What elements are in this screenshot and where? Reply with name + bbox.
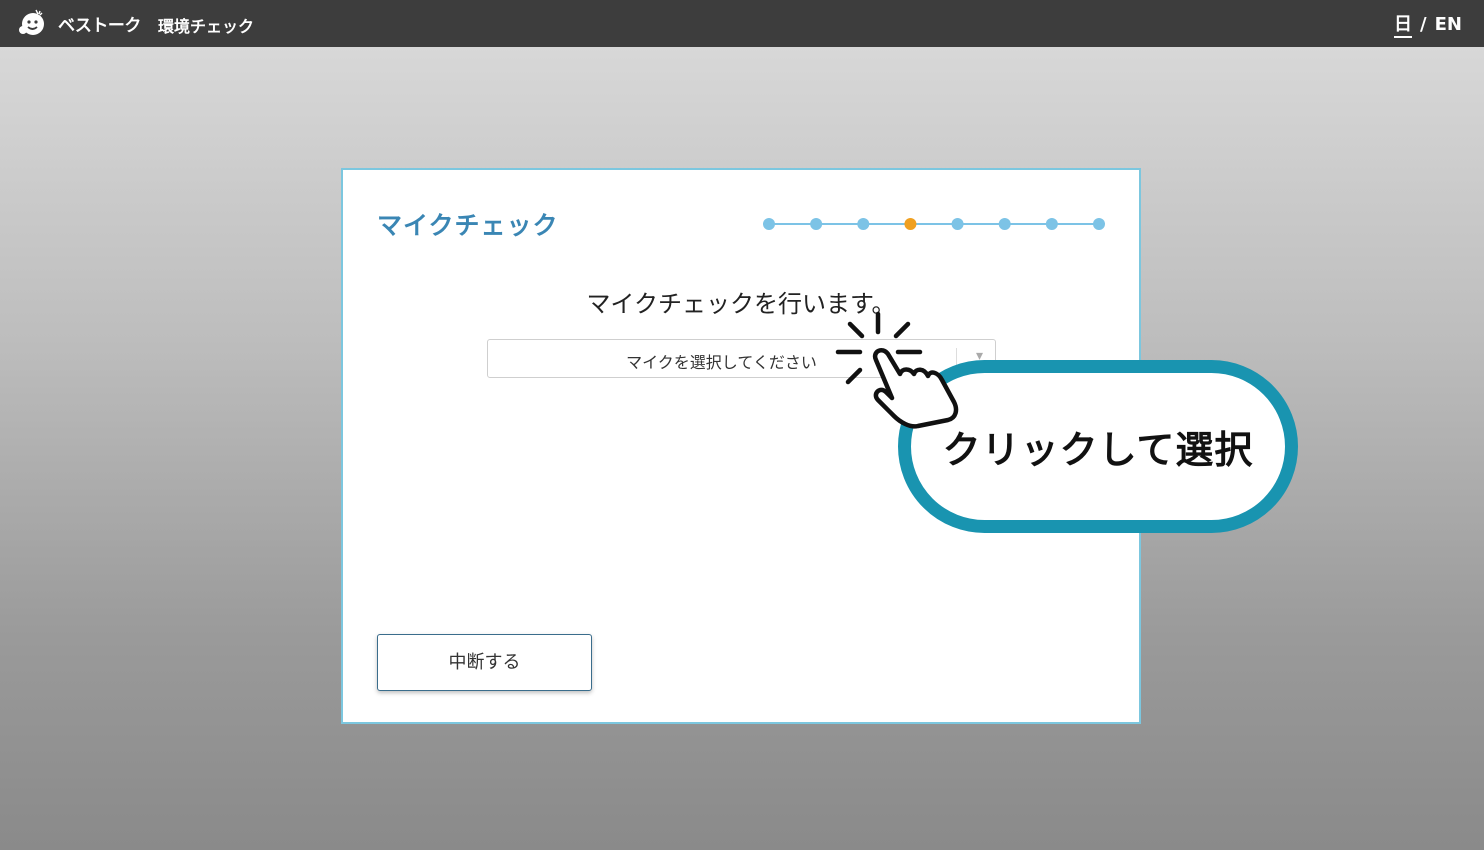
step-progress xyxy=(761,216,1107,232)
brand-name: ベストーク xyxy=(58,16,141,36)
card-title: マイクチェック xyxy=(377,211,559,240)
progress-step xyxy=(763,218,775,230)
progress-step xyxy=(810,218,823,230)
top-bar: ベストーク 環境チェック 日 / EN xyxy=(0,0,1484,47)
language-switcher: 日 / EN xyxy=(1394,10,1462,38)
instruction-message: マイクチェックを行います。 xyxy=(586,290,896,318)
app-logo[interactable]: ベストーク xyxy=(18,8,142,38)
chat-bubble-icon xyxy=(19,9,44,35)
progress-step xyxy=(998,218,1011,230)
lang-en-link[interactable]: EN xyxy=(1435,14,1462,35)
progress-step xyxy=(857,218,870,230)
progress-step xyxy=(1045,218,1058,230)
abort-button[interactable]: 中断する xyxy=(377,634,592,691)
lang-ja-link[interactable]: 日 xyxy=(1394,14,1413,38)
lang-separator: / xyxy=(1420,14,1427,35)
progress-step-current xyxy=(904,218,917,230)
hand-pointer-icon xyxy=(830,310,970,430)
progress-step xyxy=(1093,218,1105,230)
progress-step xyxy=(951,218,964,230)
app-subtitle: 環境チェック xyxy=(158,17,255,36)
